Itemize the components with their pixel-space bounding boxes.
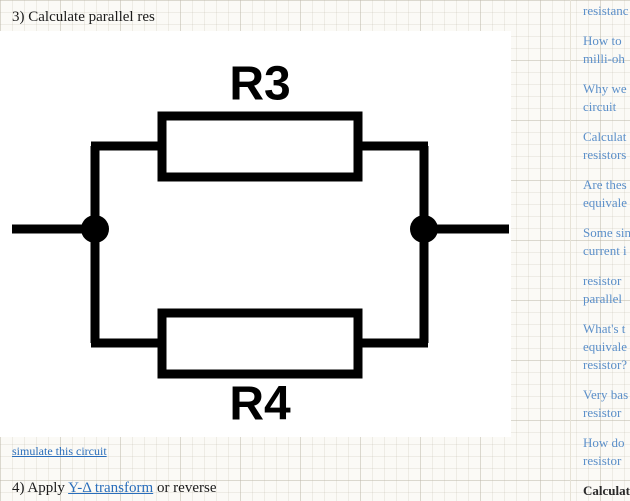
resistor-body-r3 — [157, 111, 363, 182]
related-question-link[interactable]: Why we circuit — [583, 80, 630, 116]
list-item: Some sin current i — [583, 224, 630, 260]
list-item: Calculat resistors — [583, 128, 630, 164]
right-junction-dot — [410, 215, 438, 243]
resistor-label-r4: R4 — [229, 378, 291, 431]
circuit-diagram-canvas: R3 R4 — [0, 31, 511, 437]
list-item: How to milli-oh — [583, 32, 630, 68]
related-question-link[interactable]: Very bas resistor — [583, 386, 630, 422]
step-4-suffix-text: or reverse — [153, 480, 217, 496]
list-item: resistanc — [583, 2, 630, 20]
related-question-link[interactable]: How to milli-oh — [583, 32, 630, 68]
related-questions-sidebar: resistanc How to milli-oh Why we circuit Ca… — [570, 0, 630, 501]
list-item: How do resistor — [583, 434, 630, 470]
related-question-link[interactable]: Are thes equivale — [583, 176, 630, 212]
related-question-link[interactable]: Some sin current i — [583, 224, 630, 260]
related-questions-list: resistanc How to milli-oh Why we circuit Ca… — [583, 2, 630, 501]
related-question-link[interactable]: resistor parallel — [583, 272, 630, 308]
list-item: Very bas resistor — [583, 386, 630, 422]
left-junction-dot — [81, 215, 109, 243]
step-3-heading: 3) Calculate parallel res — [12, 9, 155, 25]
related-question-link[interactable]: resistanc — [583, 2, 630, 20]
related-question-link[interactable]: Calculat resistors — [583, 128, 630, 164]
list-item: Why we circuit — [583, 80, 630, 116]
article-column: 3) Calculate parallel res R3 R4 simulate… — [0, 0, 570, 501]
list-item: What's t equivale resistor? — [583, 320, 630, 374]
step-4-heading: 4) Apply Y-Δ transform or reverse — [12, 479, 216, 497]
list-item: Are thes equivale — [583, 176, 630, 212]
related-question-link[interactable]: Calculat power ra — [583, 482, 630, 501]
parallel-resistor-circuit-svg: R3 R4 — [12, 58, 509, 431]
list-item: resistor parallel — [583, 272, 630, 308]
resistor-body-r4 — [157, 308, 363, 379]
step-4-prefix-text: 4) Apply — [12, 480, 69, 496]
y-delta-transform-link[interactable]: Y-Δ transform — [68, 480, 153, 496]
related-question-link[interactable]: What's t equivale resistor? — [583, 320, 630, 374]
resistor-label-r3: R3 — [229, 58, 290, 111]
simulate-this-circuit-link[interactable]: simulate this circuit — [12, 444, 107, 458]
related-question-link[interactable]: How do resistor — [583, 434, 630, 470]
list-item: Calculat power ra — [583, 482, 630, 501]
simulate-link-container: simulate this circuit — [12, 444, 107, 458]
